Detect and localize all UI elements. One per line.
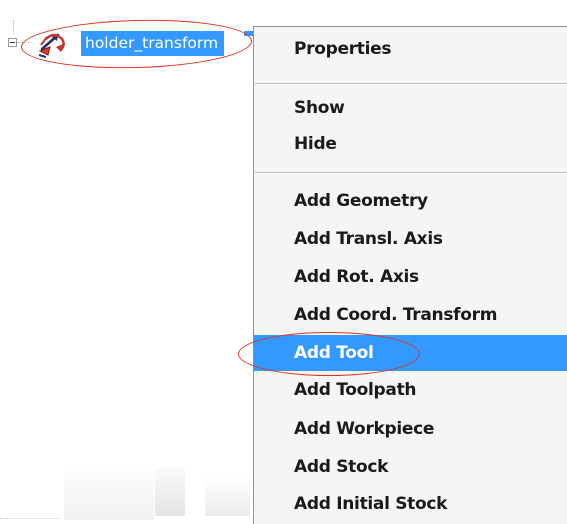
- menu-item-add-transl-axis[interactable]: Add Transl. Axis: [254, 221, 567, 257]
- menu-item-add-coord-transform[interactable]: Add Coord. Transform: [254, 297, 567, 333]
- tree-connector-line: [13, 20, 16, 34]
- screenshot-stage: holder_transform Properties Show Hide Ad…: [0, 0, 567, 524]
- menu-item-add-toolpath[interactable]: Add Toolpath: [254, 372, 567, 408]
- background-artifact: [205, 476, 250, 516]
- tree-collapse-toggle[interactable]: [8, 38, 17, 47]
- background-artifact: [64, 462, 154, 520]
- menu-item-add-rot-axis[interactable]: Add Rot. Axis: [254, 259, 567, 295]
- menu-item-hide[interactable]: Hide: [254, 126, 567, 162]
- context-menu: Properties Show Hide Add Geometry Add Tr…: [253, 26, 567, 524]
- transform-icon-shape: [38, 33, 65, 58]
- menu-item-add-initial-stock[interactable]: Add Initial Stock: [254, 486, 567, 522]
- menu-item-show[interactable]: Show: [254, 90, 567, 126]
- menu-separator: [255, 83, 567, 85]
- menu-separator: [255, 172, 567, 174]
- background-divider: [0, 518, 60, 520]
- transform-node-icon: [38, 33, 65, 58]
- menu-item-add-stock[interactable]: Add Stock: [254, 449, 567, 485]
- menu-item-add-tool[interactable]: Add Tool: [254, 335, 567, 371]
- menu-item-properties[interactable]: Properties: [254, 31, 567, 67]
- menu-item-add-workpiece[interactable]: Add Workpiece: [254, 411, 567, 447]
- background-artifact: [155, 468, 185, 516]
- tree-node-label[interactable]: holder_transform: [81, 31, 225, 56]
- menu-item-add-geometry[interactable]: Add Geometry: [254, 183, 567, 219]
- tree-connector-branch: [17, 42, 31, 44]
